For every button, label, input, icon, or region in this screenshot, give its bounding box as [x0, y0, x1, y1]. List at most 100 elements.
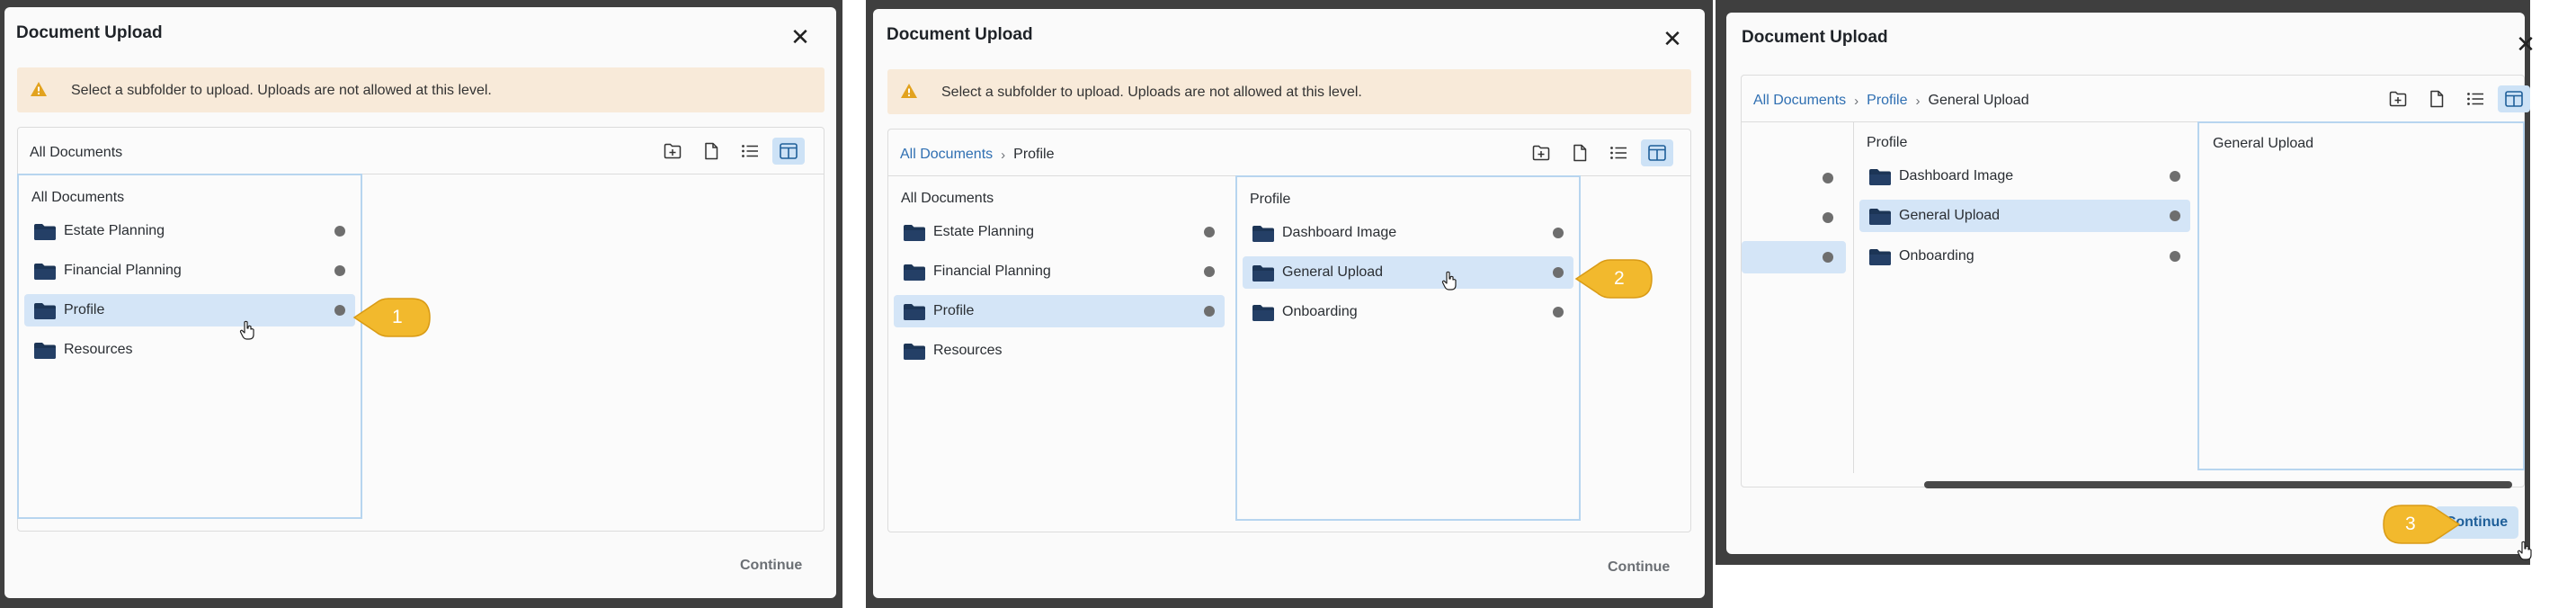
folder-icon	[1868, 248, 1892, 266]
step-callout: 1	[352, 295, 433, 340]
breadcrumb: All Documents › Profile › General Upload	[1753, 93, 2029, 109]
new-folder-button[interactable]	[656, 138, 689, 165]
new-folder-icon	[1532, 145, 1550, 161]
folder-row[interactable]: Resources	[894, 335, 1225, 367]
new-file-button[interactable]	[1564, 139, 1596, 166]
folder-row-selected[interactable]: General Upload	[1859, 200, 2190, 232]
breadcrumb-item[interactable]: All Documents	[30, 145, 122, 161]
list-view-icon	[1609, 146, 1627, 160]
warning-icon	[900, 83, 918, 99]
column-header: All Documents	[31, 190, 125, 205]
folder-icon	[903, 343, 926, 361]
hand-cursor-icon	[2517, 541, 2533, 560]
new-folder-button[interactable]	[1525, 139, 1557, 166]
status-dot	[1553, 267, 1564, 278]
folder-icon	[33, 223, 57, 241]
browser-toolbar: All Documents	[18, 128, 824, 174]
folder-icon	[903, 264, 926, 282]
close-icon[interactable]: ✕	[789, 25, 812, 49]
upload-dialog: Document Upload ✕ All Documents › Profil…	[1726, 13, 2536, 554]
folder-row[interactable]: Resources	[24, 334, 355, 366]
upload-dialog: Document Upload ✕ Select a subfolder to …	[873, 9, 1705, 598]
step-number: 2	[1614, 268, 1625, 289]
new-file-icon	[2429, 90, 2444, 108]
folder-row-selected[interactable]: Profile	[894, 295, 1225, 327]
column-header: Profile	[1867, 135, 1908, 150]
folder-icon	[33, 342, 57, 360]
view-tools	[1525, 139, 1673, 166]
column-view-button[interactable]	[772, 138, 805, 165]
status-dot	[1553, 307, 1564, 317]
folder-label: Resources	[64, 342, 133, 357]
status-dot	[1823, 173, 1833, 183]
breadcrumb-link[interactable]: All Documents	[1753, 93, 1846, 109]
warning-banner: Select a subfolder to upload. Uploads ar…	[887, 69, 1691, 114]
breadcrumb-chevron-icon: ›	[1001, 147, 1006, 163]
screenshot-stage: Document Upload ✕ Select a subfolder to …	[0, 0, 2576, 608]
folder-label: Onboarding	[1899, 248, 1974, 264]
new-file-button[interactable]	[2420, 85, 2453, 112]
step-number: 1	[392, 307, 403, 327]
continue-button[interactable]: Continue	[1608, 559, 1670, 576]
column-header: General Upload	[2213, 136, 2314, 151]
breadcrumb-link[interactable]: All Documents	[900, 147, 993, 163]
folder-row[interactable]: Estate Planning	[24, 215, 355, 247]
horizontal-scrollbar[interactable]	[1924, 481, 2512, 488]
folder-label: Resources	[933, 343, 1003, 358]
folder-column-general-upload: General Upload	[2197, 121, 2525, 470]
view-tools	[656, 138, 805, 165]
dialog-title: Document Upload	[1742, 28, 1888, 47]
new-folder-icon	[2389, 91, 2407, 107]
folder-row[interactable]	[1742, 162, 1846, 194]
folder-icon	[33, 263, 57, 281]
breadcrumb-chevron-icon: ›	[1915, 93, 1921, 109]
folder-row-selected[interactable]	[1742, 241, 1846, 273]
status-dot	[2170, 210, 2180, 221]
close-icon[interactable]: ✕	[2514, 32, 2537, 56]
folder-row[interactable]: Dashboard Image	[1859, 160, 2190, 192]
folder-row[interactable]: Financial Planning	[894, 255, 1225, 288]
folder-column-root: All Documents Estate Planning Financial …	[888, 176, 1234, 518]
step-callout: 3	[2380, 502, 2461, 547]
browser-toolbar: All Documents › Profile › General Upload	[1742, 76, 2530, 122]
status-dot	[334, 305, 345, 316]
new-file-button[interactable]	[695, 138, 727, 165]
folder-row[interactable]	[1742, 201, 1846, 234]
folder-icon	[33, 302, 57, 320]
new-folder-icon	[664, 143, 682, 159]
folder-row-selected[interactable]: Profile	[24, 294, 355, 326]
view-tools	[2382, 85, 2530, 112]
list-view-button[interactable]	[2459, 85, 2491, 112]
warning-banner: Select a subfolder to upload. Uploads ar…	[17, 67, 824, 112]
folder-row-selected[interactable]: General Upload	[1243, 256, 1573, 289]
close-icon[interactable]: ✕	[1661, 27, 1684, 50]
column-view-button[interactable]	[2498, 85, 2530, 112]
folder-row[interactable]: Dashboard Image	[1243, 217, 1573, 249]
folder-row[interactable]: Onboarding	[1243, 296, 1573, 328]
status-dot	[1823, 212, 1833, 223]
status-dot	[334, 226, 345, 237]
folder-label: General Upload	[1282, 264, 1384, 280]
folder-row[interactable]: Financial Planning	[24, 255, 355, 287]
continue-button[interactable]: Continue	[740, 558, 802, 574]
column-header: Profile	[1250, 192, 1291, 207]
folder-row[interactable]: Estate Planning	[894, 216, 1225, 248]
folder-label: Profile	[64, 302, 105, 317]
folder-label: Financial Planning	[933, 264, 1051, 279]
folder-label: Dashboard Image	[1899, 168, 2014, 183]
folder-row[interactable]: Onboarding	[1859, 240, 2190, 273]
new-file-icon	[1573, 144, 1587, 162]
column-view-button[interactable]	[1641, 139, 1673, 166]
list-view-button[interactable]	[734, 138, 766, 165]
column-view-icon	[1648, 145, 1666, 161]
folder-icon	[1252, 225, 1275, 243]
folder-label: Dashboard Image	[1282, 225, 1397, 240]
folder-icon	[903, 303, 926, 321]
list-view-button[interactable]	[1602, 139, 1635, 166]
breadcrumb-link[interactable]: Profile	[1867, 93, 1907, 109]
new-folder-button[interactable]	[2382, 85, 2414, 112]
status-dot	[2170, 251, 2180, 262]
status-dot	[334, 265, 345, 276]
warning-icon	[30, 81, 48, 97]
column-view-icon	[2505, 91, 2523, 107]
